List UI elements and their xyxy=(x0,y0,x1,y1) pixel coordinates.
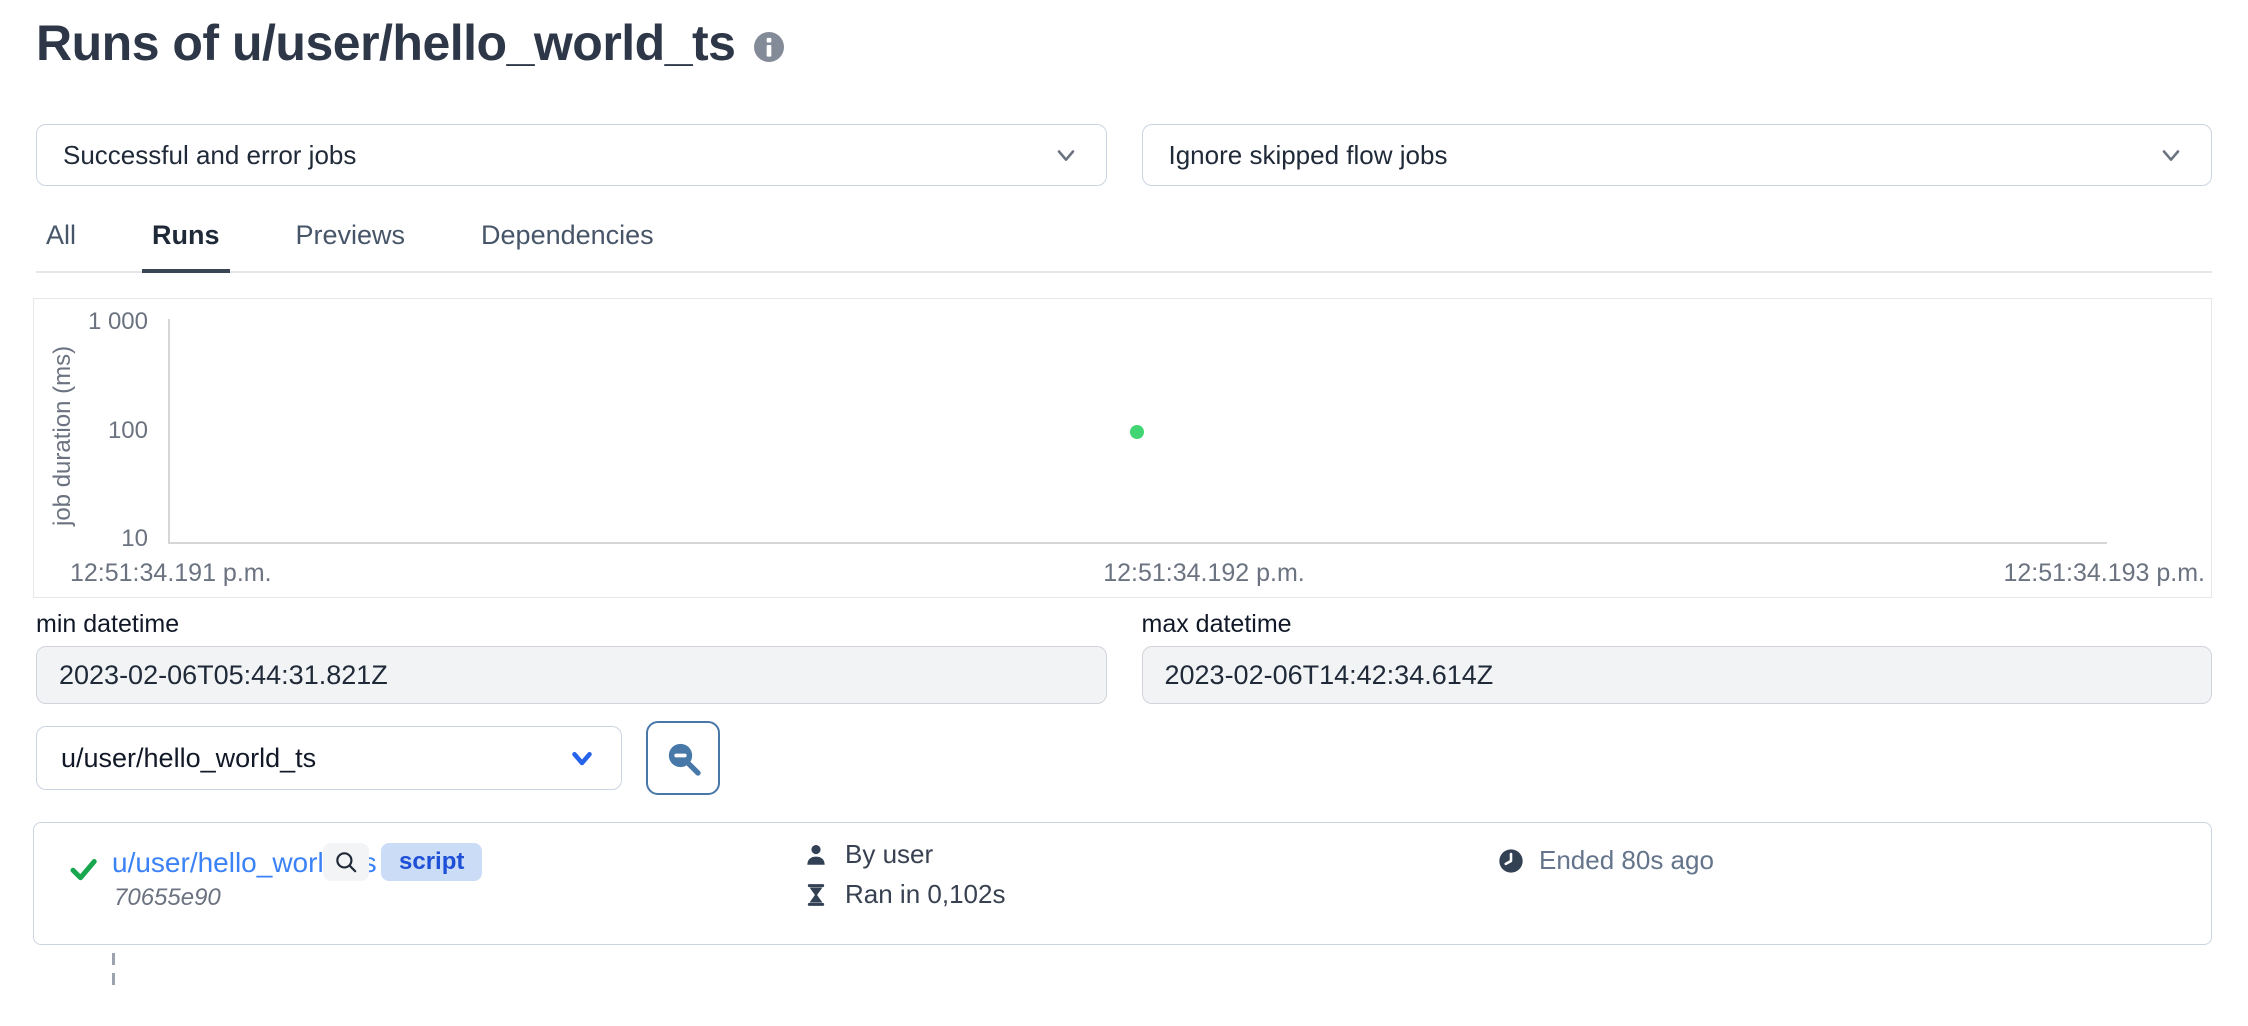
success-check-icon xyxy=(68,854,98,884)
chart-y-tick: 100 xyxy=(72,417,148,445)
filter-selects-row: Successful and error jobs Ignore skipped… xyxy=(36,124,2212,186)
run-ended-text: Ended 80s ago xyxy=(1539,845,1714,876)
job-status-select[interactable]: Successful and error jobs xyxy=(36,124,1107,186)
search-icon xyxy=(663,738,703,778)
search-runs-button[interactable] xyxy=(646,721,720,795)
run-duration: Ran in 0,102s xyxy=(803,879,1005,910)
run-kind-badge: script xyxy=(381,843,482,881)
max-datetime-label: max datetime xyxy=(1142,610,2213,639)
tab-dependencies[interactable]: Dependencies xyxy=(471,214,664,273)
chevron-down-icon xyxy=(1052,141,1080,169)
chevron-down-icon xyxy=(2157,141,2185,169)
run-meta: By user Ran in 0,102s xyxy=(803,839,1005,910)
min-datetime-input[interactable] xyxy=(36,646,1107,704)
script-path-select-value: u/user/hello_world_ts xyxy=(61,743,316,774)
skipped-flow-select-value: Ignore skipped flow jobs xyxy=(1169,140,1448,171)
datetime-filters-row: min datetime max datetime xyxy=(36,610,2212,704)
chart-y-axis-line xyxy=(168,319,170,543)
run-list: u/user/hello_world_ts 70655e90 script By… xyxy=(33,822,2212,945)
info-icon-glyph xyxy=(761,37,777,57)
tab-all[interactable]: All xyxy=(36,214,86,273)
min-datetime-group: min datetime xyxy=(36,610,1107,704)
script-path-select[interactable]: u/user/hello_world_ts xyxy=(36,726,622,790)
run-triggered-by: By user xyxy=(803,839,1005,870)
magnifier-icon xyxy=(333,849,359,875)
chart-x-tick: 12:51:34.193 p.m. xyxy=(2003,559,2205,588)
run-list-item[interactable]: u/user/hello_world_ts 70655e90 script By… xyxy=(34,823,2211,944)
max-datetime-group: max datetime xyxy=(1142,610,2213,704)
run-inspect-button[interactable] xyxy=(323,843,369,881)
run-duration-text: Ran in 0,102s xyxy=(845,879,1005,910)
hourglass-icon xyxy=(803,882,829,908)
chart-y-tick: 1 000 xyxy=(72,308,148,336)
page-header: Runs of u/user/hello_world_ts xyxy=(36,14,784,72)
tab-previews[interactable]: Previews xyxy=(286,214,416,273)
user-icon xyxy=(803,842,829,868)
run-ended: Ended 80s ago xyxy=(1497,845,1714,876)
clock-icon xyxy=(1497,847,1525,875)
tabs-bar: All Runs Previews Dependencies xyxy=(36,214,2212,273)
chart-x-axis-line xyxy=(168,542,2107,544)
script-picker-row: u/user/hello_world_ts xyxy=(36,721,720,795)
tab-runs[interactable]: Runs xyxy=(142,214,230,273)
page-title: Runs of u/user/hello_world_ts xyxy=(36,14,736,72)
timeline-cursor-dashes xyxy=(112,953,115,987)
chart-x-tick: 12:51:34.191 p.m. xyxy=(70,559,272,588)
runs-duration-chart[interactable]: job duration (ms) 1 000 100 10 12:51:34.… xyxy=(33,298,2212,598)
chart-y-tick: 10 xyxy=(72,525,148,553)
run-id: 70655e90 xyxy=(114,884,221,912)
run-triggered-by-text: By user xyxy=(845,839,933,870)
runs-page: Runs of u/user/hello_world_ts Successful… xyxy=(0,0,2248,1026)
min-datetime-label: min datetime xyxy=(36,610,1107,639)
chevron-down-icon xyxy=(567,743,597,773)
chart-x-tick: 12:51:34.192 p.m. xyxy=(1074,559,1334,588)
job-status-select-value: Successful and error jobs xyxy=(63,140,356,171)
chart-data-point-success[interactable] xyxy=(1130,425,1144,439)
max-datetime-input[interactable] xyxy=(1142,646,2213,704)
skipped-flow-select[interactable]: Ignore skipped flow jobs xyxy=(1142,124,2213,186)
info-icon[interactable] xyxy=(754,32,784,62)
